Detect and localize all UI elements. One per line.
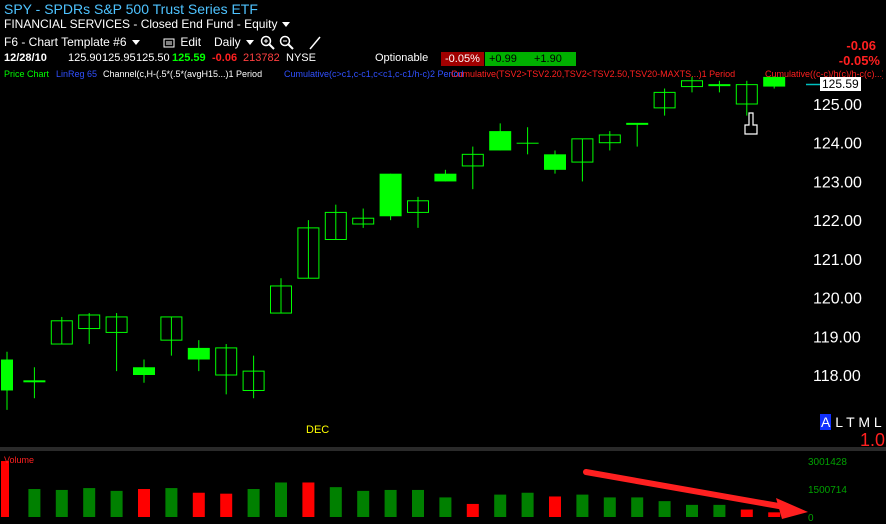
price-axis-label: 123.00: [813, 174, 862, 191]
trend-arrow-line: [583, 469, 793, 511]
alert-letters[interactable]: A L T M L: [820, 414, 882, 430]
volume-bar: [686, 504, 698, 517]
volume-bar: [603, 497, 616, 517]
volume-label: Volume: [4, 455, 34, 465]
candle-body: [544, 154, 566, 170]
current-price-pointer: [806, 83, 820, 86]
volume-bar: [576, 494, 589, 517]
price-axis-label: 118.00: [813, 368, 861, 385]
volume-bar: [768, 512, 781, 517]
alert-rest-label: L T M L: [835, 414, 882, 430]
volume-bar: [631, 497, 644, 517]
price-axis-label: 124.00: [813, 136, 862, 153]
price-axis-label: 119.00: [813, 329, 861, 346]
candle-body: [187, 347, 210, 360]
price-axis-label: 120.00: [813, 291, 862, 308]
candle-body: [489, 131, 512, 151]
volume-bar: [1, 461, 9, 517]
volume-bar: [220, 493, 233, 517]
volume-bar: [55, 489, 68, 517]
volume-bar: [549, 496, 561, 517]
volume-bar: [275, 482, 287, 517]
volume-bar: [740, 509, 753, 517]
volume-bar: [165, 488, 178, 517]
volume-bar: [384, 489, 397, 517]
price-axis-label: 122.00: [813, 213, 862, 230]
candle-body: [626, 122, 649, 125]
candle-body: [1, 359, 13, 391]
volume-bar: [357, 490, 370, 517]
volume-bar: [494, 494, 507, 517]
volume-axis-label: 1500714: [808, 485, 847, 496]
volume-bar: [302, 482, 315, 517]
candle-body: [434, 173, 457, 182]
volume-bar: [247, 489, 260, 517]
trend-arrow-head: [776, 498, 808, 519]
volume-bar: [138, 489, 150, 517]
volume-bar: [110, 490, 123, 517]
x-axis-dec-label: DEC: [306, 424, 329, 436]
volume-bar: [329, 487, 342, 517]
volume-bar: [439, 497, 452, 517]
volume-bar: [28, 489, 41, 517]
scale-readout: 1.0: [860, 430, 886, 450]
volume-bar: [713, 504, 726, 517]
volume-axis-label: 3001428: [808, 457, 847, 468]
price-chart[interactable]: 125.00 124.00 123.00 122.00 121.00 120.00 119.…: [0, 0, 886, 524]
candle-body: [708, 84, 731, 87]
price-axis-label: 121.00: [813, 252, 862, 269]
volume-bar: [83, 488, 96, 517]
volume-bar: [521, 492, 534, 517]
volume-bar: [412, 489, 424, 517]
volume-bar: [466, 503, 479, 517]
candle-body: [763, 76, 786, 87]
volume-bar: [658, 501, 671, 517]
marker-arrow-icon: [744, 112, 758, 135]
candle-body: [516, 142, 539, 144]
volume-bar: [192, 492, 205, 517]
candle-body: [133, 367, 155, 375]
price-axis-label: 125.00: [813, 97, 862, 114]
candle-body: [23, 380, 46, 383]
volume-axis-label: 0: [808, 513, 814, 524]
candle-body: [379, 173, 402, 217]
current-price-tag: 125.59: [820, 77, 861, 91]
alert-a-button[interactable]: A: [820, 414, 832, 430]
